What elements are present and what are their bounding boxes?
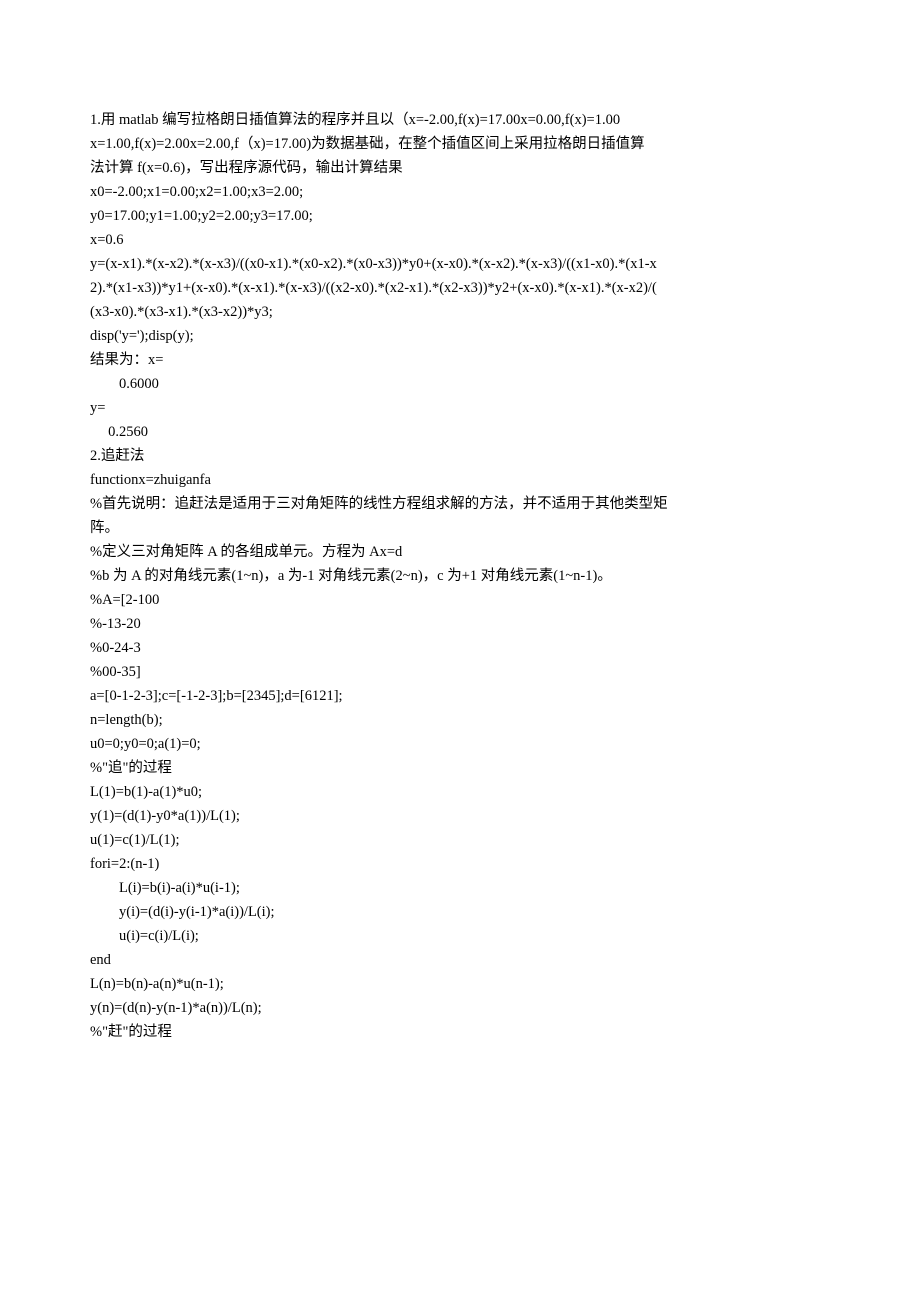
text-line: u(i)=c(i)/L(i); (90, 924, 830, 948)
text-line: x=1.00,f(x)=2.00x=2.00,f（x)=17.00)为数据基础，… (90, 132, 830, 156)
text-line: L(i)=b(i)-a(i)*u(i-1); (90, 876, 830, 900)
text-line: 阵。 (90, 516, 830, 540)
text-line: %00-35] (90, 660, 830, 684)
text-line: functionx=zhuiganfa (90, 468, 830, 492)
text-line: %0-24-3 (90, 636, 830, 660)
text-line: disp('y=');disp(y); (90, 324, 830, 348)
text-line: %"赶"的过程 (90, 1020, 830, 1044)
text-line: %定义三对角矩阵 A 的各组成单元。方程为 Ax=d (90, 540, 830, 564)
text-line: L(1)=b(1)-a(1)*u0; (90, 780, 830, 804)
text-line: 结果为：x= (90, 348, 830, 372)
text-line: L(n)=b(n)-a(n)*u(n-1); (90, 972, 830, 996)
text-line: %-13-20 (90, 612, 830, 636)
text-line: a=[0-1-2-3];c=[-1-2-3];b=[2345];d=[6121]… (90, 684, 830, 708)
text-line: 0.2560 (90, 420, 830, 444)
text-line: n=length(b); (90, 708, 830, 732)
text-line: 法计算 f(x=0.6)，写出程序源代码，输出计算结果 (90, 156, 830, 180)
text-line: (x3-x0).*(x3-x1).*(x3-x2))*y3; (90, 300, 830, 324)
text-line: %b 为 A 的对角线元素(1~n)，a 为-1 对角线元素(2~n)，c 为+… (90, 564, 830, 588)
text-line: 2.追赶法 (90, 444, 830, 468)
text-line: u0=0;y0=0;a(1)=0; (90, 732, 830, 756)
text-line: x0=-2.00;x1=0.00;x2=1.00;x3=2.00; (90, 180, 830, 204)
text-line: y0=17.00;y1=1.00;y2=2.00;y3=17.00; (90, 204, 830, 228)
text-line: y=(x-x1).*(x-x2).*(x-x3)/((x0-x1).*(x0-x… (90, 252, 830, 276)
text-line: 2).*(x1-x3))*y1+(x-x0).*(x-x1).*(x-x3)/(… (90, 276, 830, 300)
text-line: 1.用 matlab 编写拉格朗日插值算法的程序并且以（x=-2.00,f(x)… (90, 108, 830, 132)
text-line: y(n)=(d(n)-y(n-1)*a(n))/L(n); (90, 996, 830, 1020)
text-line: y(1)=(d(1)-y0*a(1))/L(1); (90, 804, 830, 828)
text-line: %"追"的过程 (90, 756, 830, 780)
text-line: %A=[2-100 (90, 588, 830, 612)
text-line: u(1)=c(1)/L(1); (90, 828, 830, 852)
text-line: y(i)=(d(i)-y(i-1)*a(i))/L(i); (90, 900, 830, 924)
text-line: end (90, 948, 830, 972)
text-line: x=0.6 (90, 228, 830, 252)
text-line: y= (90, 396, 830, 420)
text-line: fori=2:(n-1) (90, 852, 830, 876)
text-line: 0.6000 (90, 372, 830, 396)
text-line: %首先说明：追赶法是适用于三对角矩阵的线性方程组求解的方法，并不适用于其他类型矩 (90, 492, 830, 516)
document-page: 1.用 matlab 编写拉格朗日插值算法的程序并且以（x=-2.00,f(x)… (0, 0, 920, 1104)
